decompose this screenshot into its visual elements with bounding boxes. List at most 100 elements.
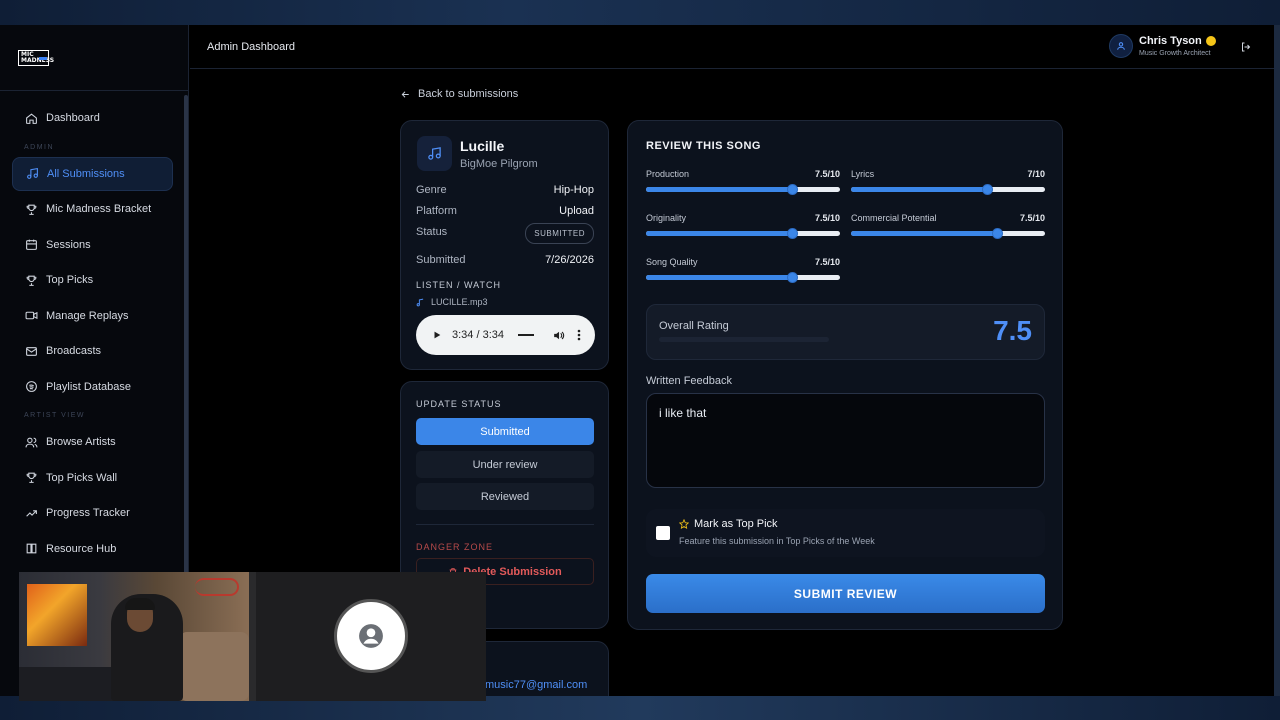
sidebar-item-progress-tracker[interactable]: Progress Tracker (12, 496, 173, 530)
participant-avatar (334, 599, 408, 673)
book-icon (24, 542, 38, 556)
participant-video-tile[interactable] (256, 572, 486, 701)
home-icon (24, 111, 38, 125)
slider-thumb[interactable] (786, 272, 798, 283)
sidebar-item-all-submissions[interactable]: All Submissions (12, 156, 173, 191)
genre-label: Genre (416, 184, 447, 196)
genre-row: Genre Hip-Hop (416, 184, 594, 196)
music-note-icon (25, 167, 39, 181)
overall-rating-label: Overall Rating (659, 320, 729, 332)
status-submitted-button[interactable]: Submitted (416, 418, 594, 445)
webcam-video-tile[interactable] (19, 572, 249, 701)
section-label-admin: ADMIN (24, 143, 55, 151)
user-icon (1117, 42, 1125, 50)
video-neon-sign (195, 578, 239, 596)
sidebar-item-top-picks-wall[interactable]: Top Picks Wall (12, 461, 173, 495)
sidebar-item-label: Top Picks Wall (46, 471, 118, 484)
contact-email[interactable]: music77@gmail.com (485, 679, 587, 691)
top-pick-checkbox[interactable] (656, 526, 670, 540)
slider-fill (851, 187, 987, 192)
arrow-left-icon (401, 90, 409, 98)
video-person-cap (125, 598, 155, 610)
submit-review-button[interactable]: SUBMIT REVIEW (646, 574, 1045, 613)
top-pick-option[interactable]: Mark as Top Pick Feature this submission… (646, 509, 1045, 557)
sidebar-item-playlist-database[interactable]: Playlist Database (12, 370, 173, 404)
video-monitor (27, 584, 87, 646)
slider-fill (646, 187, 792, 192)
slider-track[interactable] (646, 184, 840, 195)
user-circle-icon (359, 624, 383, 648)
trophy-icon (24, 202, 38, 216)
page-scrollbar[interactable] (1274, 25, 1280, 696)
submitted-date: 7/26/2026 (545, 254, 594, 266)
sidebar-item-manage-replays[interactable]: Manage Replays (12, 299, 173, 333)
sidebar-item-top-picks[interactable]: Top Picks (12, 263, 173, 297)
sidebar-item-sessions[interactable]: Sessions (12, 228, 173, 262)
back-to-submissions-link[interactable]: Back to submissions (400, 88, 518, 100)
status-under-review-button[interactable]: Under review (416, 451, 594, 478)
platform-label: Platform (416, 205, 457, 217)
user-name-text: Chris Tyson (1139, 35, 1202, 47)
spotify-icon (24, 380, 38, 394)
sidebar-item-label: Resource Hub (46, 542, 117, 555)
slider-track[interactable] (646, 228, 840, 239)
trophy-icon (24, 273, 38, 287)
video-couch (179, 632, 249, 701)
top-pick-description: Feature this submission in Top Picks of … (679, 536, 875, 546)
overall-rating-value: 7.5 (993, 315, 1032, 346)
platform-value: Upload (559, 205, 594, 217)
section-label-artist-view: ARTIST VIEW (24, 412, 85, 419)
sidebar-item-label: Broadcasts (46, 345, 102, 357)
sidebar-item-mic-madness-bracket[interactable]: Mic Madness Bracket (12, 192, 173, 226)
sidebar-item-label: Progress Tracker (46, 507, 130, 519)
page-title: Admin Dashboard (207, 41, 296, 53)
music-note-icon (416, 298, 424, 306)
slider-thumb[interactable] (786, 228, 798, 239)
sidebar-item-broadcasts[interactable]: Broadcasts (12, 334, 173, 368)
audio-time: 3:34 / 3:34 (452, 329, 504, 341)
slider-value: 7.5/10 (814, 257, 840, 267)
sidebar-item-browse-artists[interactable]: Browse Artists (12, 425, 173, 459)
top-pick-title: Mark as Top Pick (679, 518, 778, 530)
avatar[interactable] (1109, 34, 1133, 58)
sidebar-nav: Dashboard ADMIN All Submissions Mic Madn… (12, 101, 173, 567)
more-options-icon[interactable] (577, 329, 581, 341)
sidebar-item-label: All Submissions (47, 167, 125, 180)
trend-icon (24, 506, 38, 520)
sidebar-scrollbar[interactable] (184, 95, 188, 655)
review-title: REVIEW THIS SONG (646, 140, 761, 152)
logout-icon[interactable] (1240, 40, 1252, 58)
sidebar-item-resource-hub[interactable]: Resource Hub (12, 532, 173, 566)
calendar-icon (24, 238, 38, 252)
listen-watch-label: LISTEN / WATCH (416, 280, 502, 290)
audio-player[interactable]: 3:34 / 3:34 (416, 315, 595, 355)
written-feedback-textarea[interactable]: i like that (646, 393, 1045, 488)
audio-file: LUCILLE.mp3 (416, 297, 488, 307)
slider-label: Commercial Potential (851, 213, 937, 223)
slider-track[interactable] (851, 228, 1045, 239)
written-feedback-label: Written Feedback (646, 375, 733, 387)
mic-madness-logo: MIC MADNESS (18, 49, 54, 66)
slider-label: Production (646, 169, 690, 179)
user-role: Music Growth Architect (1139, 50, 1211, 57)
slider-thumb[interactable] (981, 184, 993, 195)
slider-thumb[interactable] (991, 228, 1003, 239)
logo-accent-bar (39, 56, 47, 60)
slider-track[interactable] (646, 272, 840, 283)
slider-value: 7.5/10 (814, 169, 840, 179)
volume-icon[interactable] (552, 329, 565, 342)
play-icon[interactable] (432, 330, 442, 340)
logo[interactable]: MIC MADNESS (0, 25, 188, 91)
audio-progress-bar[interactable] (518, 334, 534, 336)
slider-value: 7/10 (1027, 169, 1045, 179)
sidebar-item-dashboard[interactable]: Dashboard (12, 101, 173, 135)
slider-value: 7.5/10 (1019, 213, 1045, 223)
slider-track[interactable] (851, 184, 1045, 195)
slider-fill (851, 231, 997, 236)
slider-thumb[interactable] (786, 184, 798, 195)
danger-zone-label: DANGER ZONE (416, 542, 494, 552)
status-reviewed-button[interactable]: Reviewed (416, 483, 594, 510)
slider-fill (646, 231, 792, 236)
video-divider (249, 572, 256, 701)
overall-rating-subtext (659, 337, 829, 342)
